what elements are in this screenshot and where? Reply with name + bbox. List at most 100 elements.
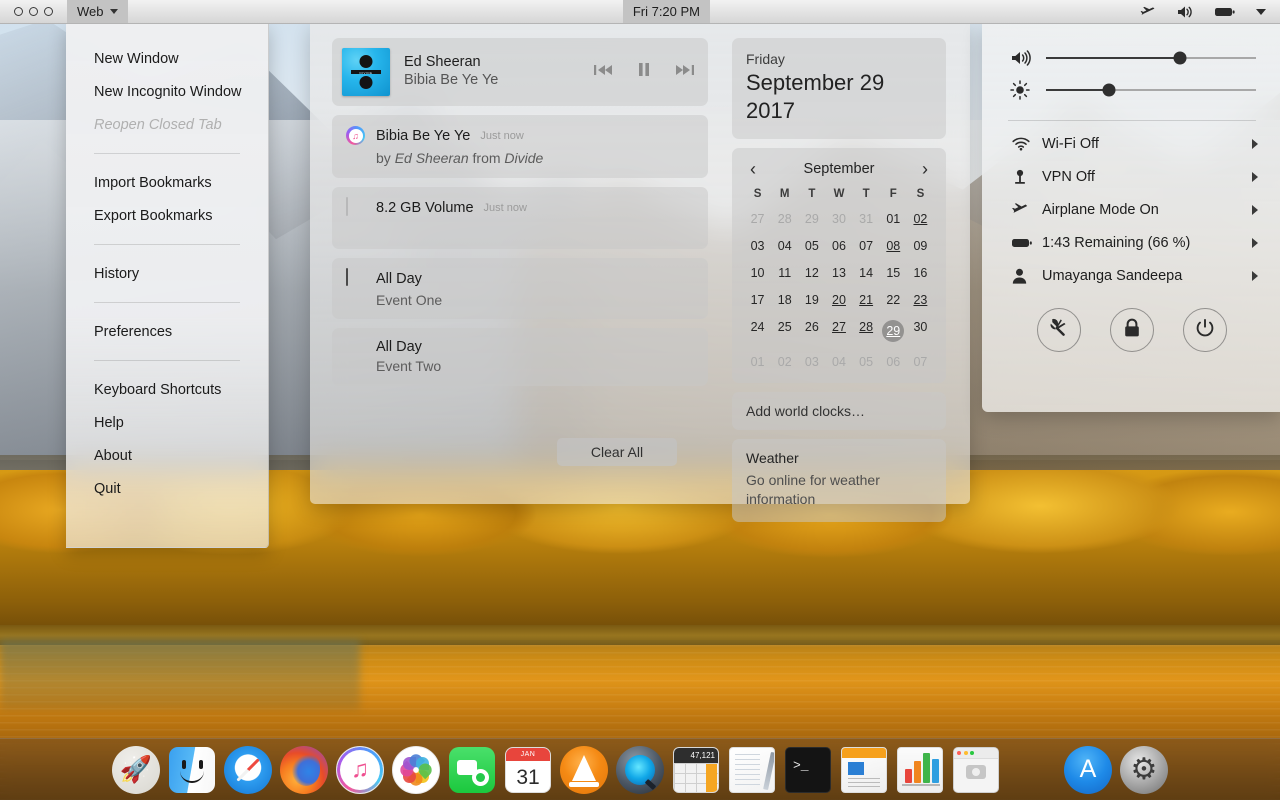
volume-slider-row[interactable] — [982, 42, 1280, 74]
dock-item-screenshot[interactable] — [952, 746, 1000, 794]
menu-item-keyboard-shortcuts[interactable]: Keyboard Shortcuts — [66, 373, 268, 406]
dock-item-system-preferences[interactable]: ⚙ — [1120, 745, 1168, 794]
calendar-day-18[interactable]: 18 — [771, 291, 798, 309]
calendar-day-24[interactable]: 24 — [744, 318, 771, 344]
dock-item-app-store[interactable]: A — [1064, 745, 1112, 794]
zoom-window-dot[interactable] — [44, 7, 53, 16]
calendar-day-01[interactable]: 01 — [880, 210, 907, 228]
menu-item-history[interactable]: History — [66, 257, 268, 290]
sys-row-wifi[interactable]: Wi-Fi Off — [982, 127, 1280, 160]
calendar-day-28[interactable]: 28 — [771, 210, 798, 228]
calendar-day-21[interactable]: 21 — [853, 291, 880, 309]
calendar-day-29[interactable]: 29 — [880, 318, 907, 344]
event-item-one[interactable]: All Day Event One — [332, 258, 708, 319]
calendar-day-09[interactable]: 09 — [907, 237, 934, 255]
menu-item-quit[interactable]: Quit — [66, 472, 268, 505]
power-button[interactable] — [1183, 308, 1228, 352]
sys-row-airplane[interactable]: Airplane Mode On — [982, 193, 1280, 226]
dock-item-itunes[interactable]: ♫ — [336, 745, 384, 794]
volume-slider-track[interactable] — [1046, 51, 1256, 65]
calendar-day-04[interactable]: 04 — [771, 237, 798, 255]
calendar-day-19[interactable]: 19 — [798, 291, 825, 309]
dock-item-quicktime[interactable] — [616, 745, 664, 794]
lock-button[interactable] — [1109, 308, 1154, 352]
dock-item-numbers[interactable] — [896, 746, 944, 794]
calendar-day-25[interactable]: 25 — [771, 318, 798, 344]
calendar-day-29[interactable]: 29 — [798, 210, 825, 228]
menu-item-help[interactable]: Help — [66, 406, 268, 439]
menu-item-preferences[interactable]: Preferences — [66, 315, 268, 348]
menu-item-import-bookmarks[interactable]: Import Bookmarks — [66, 166, 268, 199]
brightness-slider-row[interactable] — [982, 74, 1280, 106]
now-playing-widget[interactable]: DIVIDE Ed Sheeran Bibia Be Ye Ye — [332, 38, 708, 106]
calendar-day-07[interactable]: 07 — [907, 353, 934, 371]
airplane-icon[interactable] — [1130, 0, 1166, 23]
pause-icon[interactable] — [638, 63, 650, 81]
calendar-day-04[interactable]: 04 — [825, 353, 852, 371]
dock-item-pages[interactable] — [840, 746, 888, 794]
event-item-two[interactable]: All Day Event Two — [332, 328, 708, 386]
calendar-day-10[interactable]: 10 — [744, 264, 771, 282]
calendar-day-27[interactable]: 27 — [825, 318, 852, 344]
chevron-right-icon[interactable]: › — [922, 160, 928, 178]
settings-button[interactable] — [1036, 308, 1081, 352]
menubar-clock[interactable]: Fri 7:20 PM — [622, 0, 710, 23]
previous-track-icon[interactable] — [594, 63, 612, 81]
weather-widget[interactable]: Weather Go online for weather informatio… — [732, 439, 946, 522]
volume-slider-knob[interactable] — [1173, 51, 1187, 65]
dock-item-facetime[interactable] — [448, 746, 496, 794]
calendar-day-08[interactable]: 08 — [880, 237, 907, 255]
calendar-day-15[interactable]: 15 — [880, 264, 907, 282]
brightness-slider-knob[interactable] — [1102, 83, 1116, 97]
close-window-dot[interactable] — [14, 7, 23, 16]
calendar-day-28[interactable]: 28 — [853, 318, 880, 344]
calendar-day-17[interactable]: 17 — [744, 291, 771, 309]
menu-item-about[interactable]: About — [66, 439, 268, 472]
calendar-day-03[interactable]: 03 — [798, 353, 825, 371]
dock-item-vlc[interactable] — [560, 745, 608, 794]
dock-item-calculator[interactable]: 47,121 — [672, 746, 720, 794]
minimize-window-dot[interactable] — [29, 7, 38, 16]
calendar-day-01[interactable]: 01 — [744, 353, 771, 371]
sys-row-vpn[interactable]: VPN Off — [982, 160, 1280, 193]
dock-item-calendar[interactable]: JAN 31 — [504, 746, 552, 794]
dock-item-launchpad[interactable]: 🚀 — [112, 745, 160, 794]
calendar-day-05[interactable]: 05 — [853, 353, 880, 371]
calendar-day-11[interactable]: 11 — [771, 264, 798, 282]
calendar-day-22[interactable]: 22 — [880, 291, 907, 309]
calendar-day-12[interactable]: 12 — [798, 264, 825, 282]
clear-all-button[interactable]: Clear All — [557, 438, 677, 466]
calendar-day-14[interactable]: 14 — [853, 264, 880, 282]
chevron-left-icon[interactable]: ‹ — [750, 160, 756, 178]
calendar-day-30[interactable]: 30 — [907, 318, 934, 344]
calendar-day-06[interactable]: 06 — [880, 353, 907, 371]
calendar-day-20[interactable]: 20 — [825, 291, 852, 309]
calendar-day-06[interactable]: 06 — [825, 237, 852, 255]
dock-item-keynote[interactable] — [1008, 746, 1056, 794]
dock-item-firefox[interactable] — [280, 745, 328, 794]
calendar-day-26[interactable]: 26 — [798, 318, 825, 344]
sys-row-user[interactable]: Umayanga Sandeepa — [982, 259, 1280, 292]
calendar-day-27[interactable]: 27 — [744, 210, 771, 228]
dock-item-notes[interactable] — [728, 746, 776, 794]
sys-row-battery[interactable]: 1:43 Remaining (66 %) — [982, 226, 1280, 259]
calendar-day-30[interactable]: 30 — [825, 210, 852, 228]
calendar-day-07[interactable]: 07 — [853, 237, 880, 255]
calendar-day-31[interactable]: 31 — [853, 210, 880, 228]
menubar-app-menu[interactable]: Web — [67, 0, 128, 23]
menu-item-new-incognito-window[interactable]: New Incognito Window — [66, 75, 268, 108]
window-traffic-lights[interactable] — [0, 0, 67, 23]
brightness-slider-track[interactable] — [1046, 83, 1256, 97]
next-track-icon[interactable] — [676, 63, 694, 81]
calendar-day-16[interactable]: 16 — [907, 264, 934, 282]
dock-item-finder[interactable] — [168, 746, 216, 794]
calendar-day-02[interactable]: 02 — [907, 210, 934, 228]
notification-item-itunes[interactable]: ♫ Bibia Be Ye Ye Just now by Ed Sheeran … — [332, 115, 708, 178]
calendar-day-05[interactable]: 05 — [798, 237, 825, 255]
dock-item-photos[interactable] — [392, 745, 440, 794]
menu-item-new-window[interactable]: New Window — [66, 42, 268, 75]
volume-icon[interactable] — [1166, 0, 1204, 23]
notification-item-volume[interactable]: 8.2 GB Volume Just now — [332, 187, 708, 249]
dock-item-terminal[interactable]: >_ — [784, 746, 832, 794]
calendar-day-23[interactable]: 23 — [907, 291, 934, 309]
